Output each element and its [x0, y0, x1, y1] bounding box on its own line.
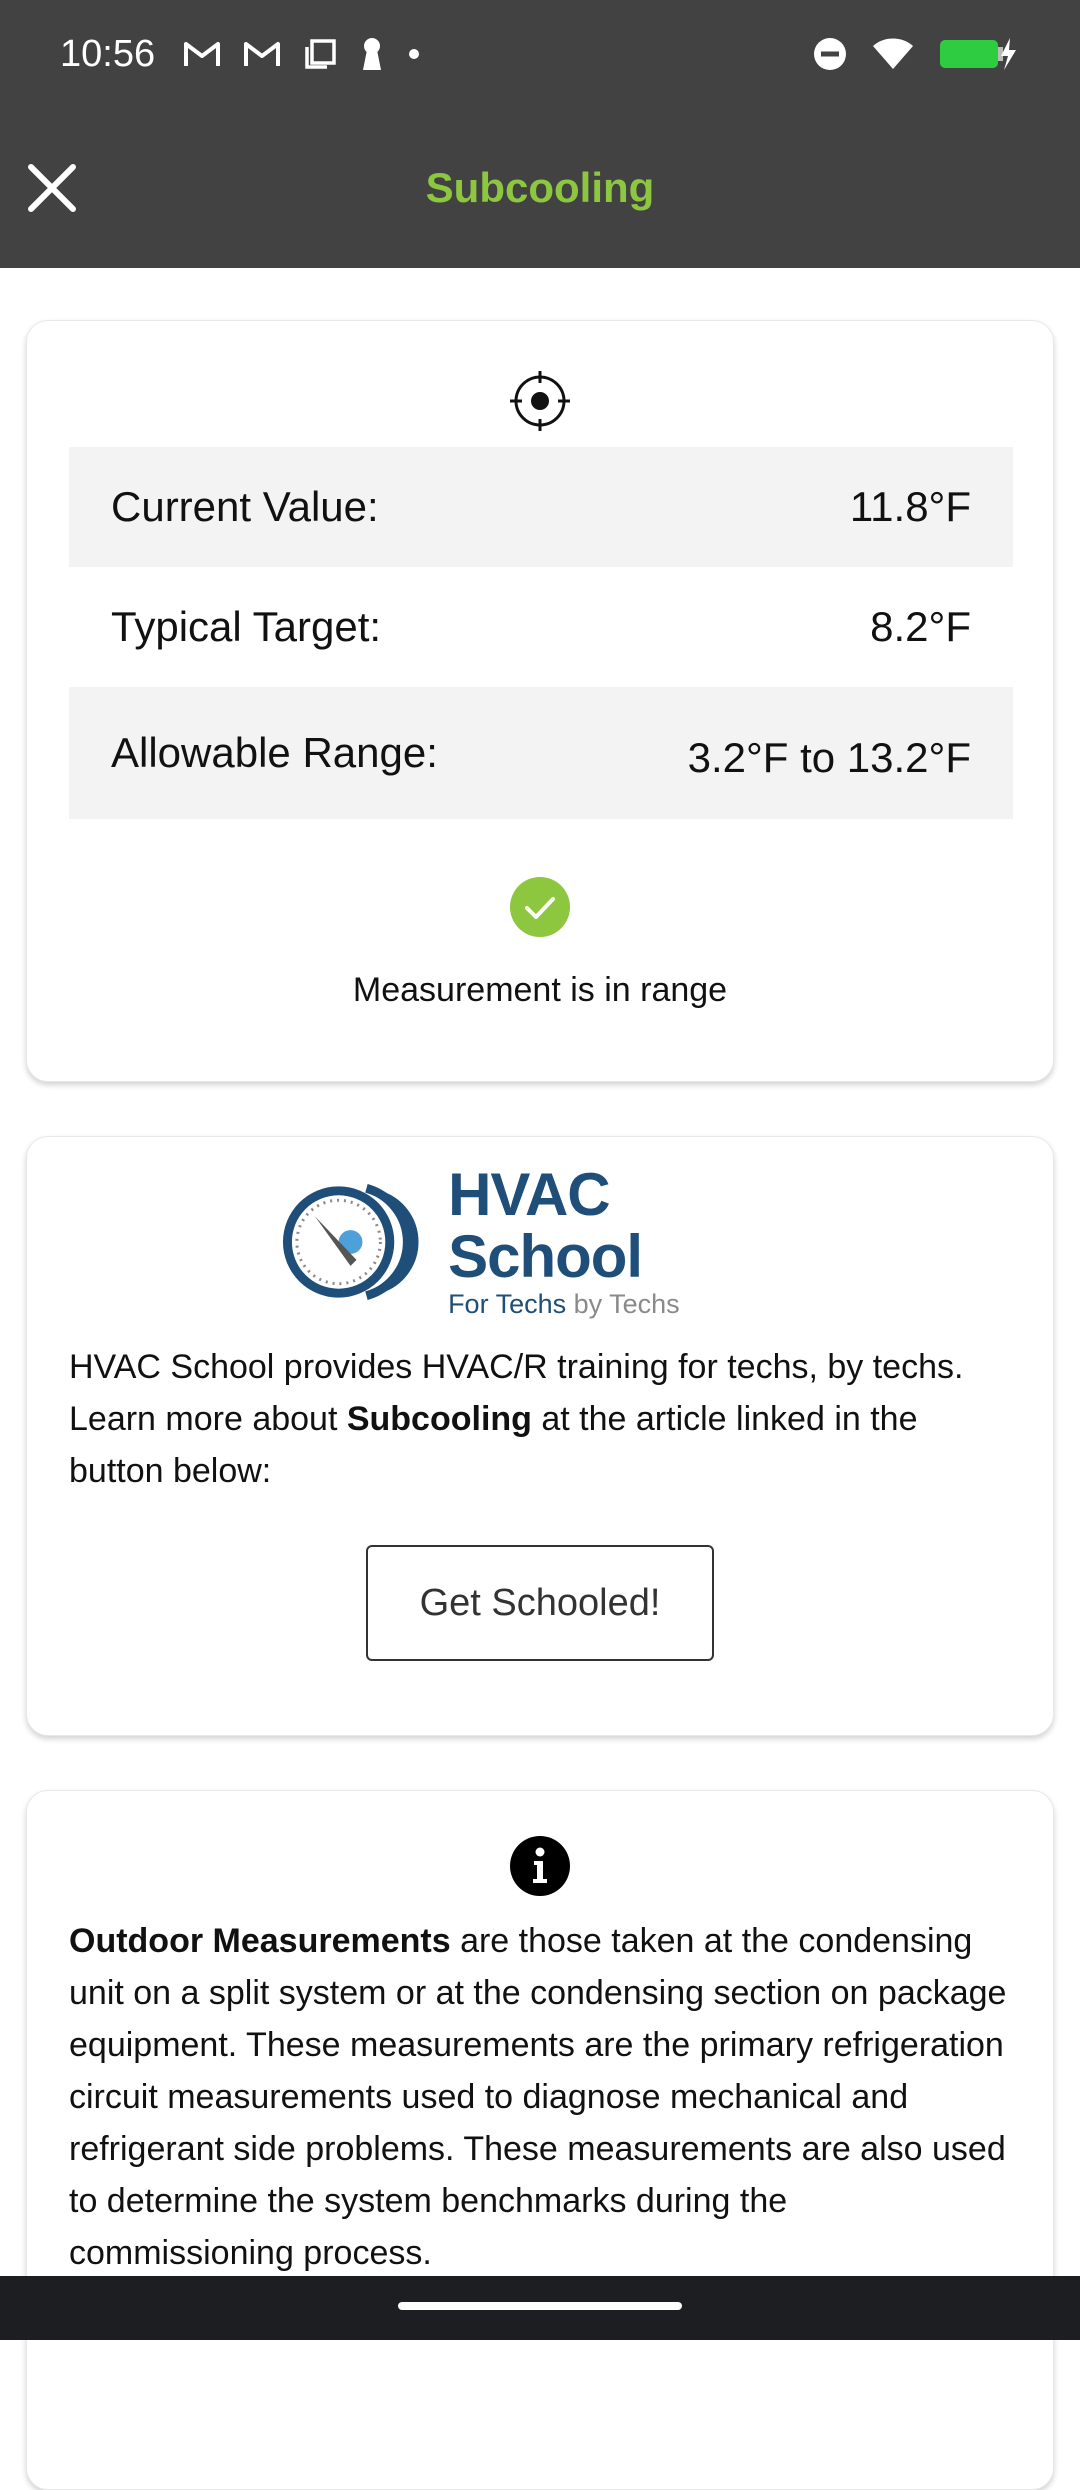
- target-icon: [508, 369, 572, 438]
- info-card: Outdoor Measurements are those taken at …: [26, 1790, 1054, 2490]
- check-circle-icon: [508, 875, 572, 944]
- row-label: Allowable Range:: [111, 729, 438, 776]
- typical-target-value: 8.2°F: [870, 603, 971, 650]
- row-label: Current Value:: [111, 483, 379, 530]
- battery-charging-icon: [938, 36, 1020, 72]
- status-system-icons: [812, 36, 1020, 72]
- logo-tagline: For Techs by Techs: [448, 1289, 680, 1319]
- info-icon: [509, 1835, 571, 1902]
- status-notification-icons: [183, 36, 421, 72]
- measurement-card: Current Value: 11.8°F Typical Target: 8.…: [26, 320, 1054, 1082]
- gmail-icon: [183, 39, 221, 69]
- wifi-icon: [872, 37, 914, 71]
- school-description: HVAC School provides HVAC/R training for…: [69, 1348, 964, 1490]
- logo-title: HVAC School: [448, 1161, 643, 1290]
- home-gesture-handle[interactable]: [398, 2302, 682, 2310]
- close-icon: [28, 164, 76, 212]
- range-status-text: Measurement is in range: [352, 971, 728, 1009]
- keyhole-icon: [359, 36, 385, 72]
- dot-icon: [407, 47, 421, 61]
- status-time: 10:56: [60, 32, 156, 75]
- screenshot-icon: [303, 38, 337, 70]
- gmail-icon: [243, 39, 281, 69]
- do-not-disturb-icon: [812, 36, 848, 72]
- get-schooled-button[interactable]: Get Schooled!: [366, 1545, 714, 1661]
- typical-target-row: Typical Target: 8.2°F: [69, 567, 1013, 687]
- navigation-bar: [0, 2276, 1080, 2340]
- hvac-school-card: HVAC School For Techs by Techs HVAC Scho…: [26, 1136, 1054, 1736]
- gauge-logo-icon: [282, 1184, 419, 1300]
- current-value-row: Current Value: 11.8°F: [69, 447, 1013, 567]
- close-button[interactable]: [22, 158, 82, 218]
- allowable-range-value: 3.2°F to 13.2°F: [687, 734, 971, 781]
- app-bar: Subcooling: [0, 108, 1080, 268]
- allowable-range-row: Allowable Range: 3.2°F to 13.2°F: [69, 687, 1013, 819]
- outdoor-measurements-text: Outdoor Measurements are those taken at …: [69, 1922, 1007, 2272]
- row-label: Typical Target:: [111, 603, 382, 650]
- status-bar: 10:56: [0, 0, 1080, 108]
- hvac-school-logo: HVAC School For Techs by Techs: [277, 1164, 817, 1319]
- page-title: Subcooling: [425, 164, 655, 211]
- current-value: 11.8°F: [849, 483, 971, 530]
